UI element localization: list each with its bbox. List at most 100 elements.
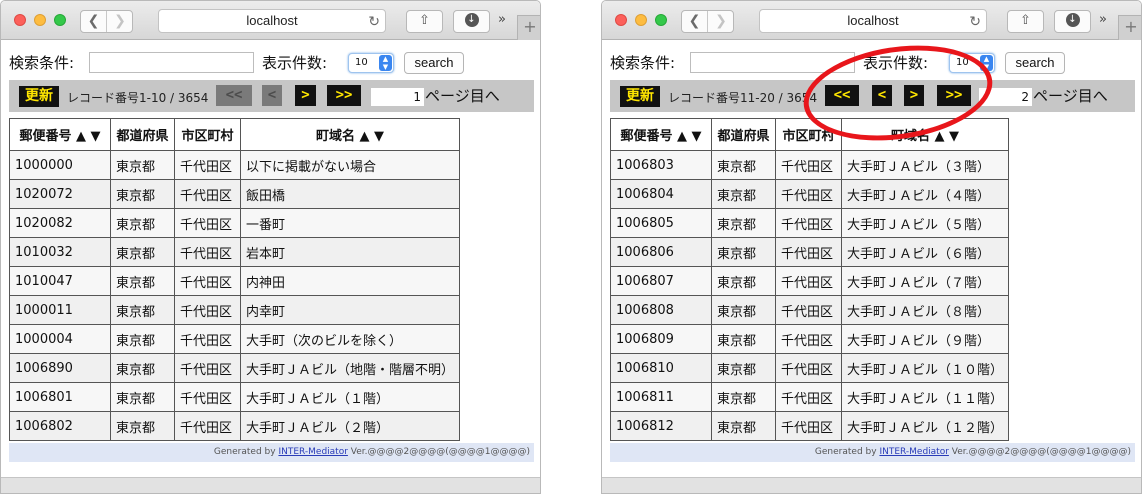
share-button[interactable]: ⇧: [406, 10, 443, 33]
prev-page-button[interactable]: <: [872, 85, 892, 106]
cell-postal-code: 1000004: [9, 324, 111, 354]
page-number-input[interactable]: 2: [978, 87, 1033, 107]
last-page-button[interactable]: >>: [327, 85, 361, 106]
last-page-button[interactable]: >>: [937, 85, 971, 106]
select-stepper-icon: ▲ ▼: [980, 55, 993, 71]
back-arrow-icon[interactable]: ❮: [81, 11, 107, 32]
first-page-button[interactable]: <<: [825, 85, 859, 106]
inter-mediator-link[interactable]: INTER-Mediator: [879, 447, 948, 457]
cell-prefecture: 東京都: [711, 237, 776, 267]
cell-postal-code: 1006807: [610, 266, 712, 296]
share-button[interactable]: ⇧: [1007, 10, 1044, 33]
cell-town: 大手町ＪＡビル（７階）: [840, 266, 1010, 296]
col-header-postal-code[interactable]: 郵便番号 ▲ ▼: [9, 118, 111, 151]
downloads-button[interactable]: ↓: [1054, 10, 1091, 33]
footer-prefix: Generated by: [814, 447, 880, 457]
forward-arrow-icon[interactable]: ❯: [107, 11, 133, 32]
postal-table: 郵便番号 ▲ ▼ 都道府県 市区町村 町域名 ▲ ▼ 1000000 東京都 千代田…: [9, 118, 461, 441]
cell-city: 千代田区: [775, 237, 842, 267]
prev-page-button[interactable]: <: [262, 85, 282, 106]
new-tab-button[interactable]: +: [1118, 15, 1141, 40]
chevron-double-right-icon[interactable]: »: [498, 12, 506, 27]
cell-city: 千代田区: [775, 266, 842, 296]
table-row: 1010047 東京都 千代田区 内神田: [9, 266, 461, 296]
table-row: 1006802 東京都 千代田区 大手町ＪＡビル（２階）: [9, 411, 461, 441]
forward-arrow-icon[interactable]: ❯: [708, 11, 734, 32]
back-arrow-icon[interactable]: ❮: [682, 11, 708, 32]
cell-town: 大手町（次のビルを除く）: [239, 324, 461, 354]
table-header-row: 郵便番号 ▲ ▼ 都道府県 市区町村 町域名 ▲ ▼: [9, 118, 461, 151]
next-page-button[interactable]: >: [904, 85, 924, 106]
new-tab-button[interactable]: +: [517, 15, 540, 40]
col-header-town[interactable]: 町域名 ▲ ▼: [239, 118, 461, 151]
zoom-window-button[interactable]: [655, 14, 667, 26]
cell-town: 岩本町: [239, 237, 461, 267]
cell-city: 千代田区: [775, 208, 842, 238]
address-bar[interactable]: localhost ↻: [759, 9, 987, 33]
search-button[interactable]: search: [1005, 52, 1065, 74]
history-nav: ❮ ❯: [80, 10, 133, 33]
toolbar: ❮ ❯ localhost ↻ ⇧ ↓ » +: [602, 1, 1141, 40]
downloads-button[interactable]: ↓: [453, 10, 490, 33]
share-icon: ⇧: [1020, 13, 1031, 28]
cell-city: 千代田区: [174, 324, 241, 354]
display-count-label: 表示件数:: [863, 54, 929, 72]
close-window-button[interactable]: [615, 14, 627, 26]
inter-mediator-link[interactable]: INTER-Mediator: [278, 447, 347, 457]
cell-town: 大手町ＪＡビル（２階）: [239, 411, 461, 441]
col-header-town[interactable]: 町域名 ▲ ▼: [840, 118, 1010, 151]
display-count-select[interactable]: 10 ▲ ▼: [348, 53, 394, 73]
cell-prefecture: 東京都: [110, 150, 175, 180]
close-window-button[interactable]: [14, 14, 26, 26]
cell-city: 千代田区: [174, 353, 241, 383]
horizontal-scrollbar[interactable]: [1, 477, 540, 493]
search-button[interactable]: search: [404, 52, 464, 74]
update-button[interactable]: 更新: [19, 86, 59, 107]
zoom-window-button[interactable]: [54, 14, 66, 26]
cell-postal-code: 1006890: [9, 353, 111, 383]
cell-city: 千代田区: [775, 411, 842, 441]
cell-postal-code: 1006802: [9, 411, 111, 441]
cell-postal-code: 1006803: [610, 150, 712, 180]
record-range-text: レコード番号11-20 / 3654: [668, 91, 818, 105]
table-row: 1006811 東京都 千代田区 大手町ＪＡビル（１１階）: [610, 382, 1010, 412]
cell-postal-code: 1006810: [610, 353, 712, 383]
address-bar[interactable]: localhost ↻: [158, 9, 386, 33]
minimize-window-button[interactable]: [635, 14, 647, 26]
url-text: localhost: [847, 13, 899, 28]
cell-prefecture: 東京都: [711, 179, 776, 209]
cell-city: 千代田区: [174, 295, 241, 325]
cell-prefecture: 東京都: [711, 150, 776, 180]
horizontal-scrollbar[interactable]: [602, 477, 1141, 493]
cell-prefecture: 東京都: [110, 353, 175, 383]
cell-postal-code: 1006812: [610, 411, 712, 441]
reload-icon[interactable]: ↻: [368, 10, 380, 32]
cell-city: 千代田区: [775, 150, 842, 180]
chevron-double-right-icon[interactable]: »: [1099, 12, 1107, 27]
select-stepper-icon: ▲ ▼: [379, 55, 392, 71]
reload-icon[interactable]: ↻: [969, 10, 981, 32]
history-nav: ❮ ❯: [681, 10, 734, 33]
page-content: 検索条件: 表示件数: 10 ▲ ▼ search 更新 レコード番号1-10 /…: [1, 41, 540, 479]
footer-prefix: Generated by: [213, 447, 279, 457]
col-header-postal-code[interactable]: 郵便番号 ▲ ▼: [610, 118, 712, 151]
cell-prefecture: 東京都: [711, 266, 776, 296]
cell-city: 千代田区: [174, 179, 241, 209]
first-page-button[interactable]: <<: [216, 85, 252, 106]
next-page-button[interactable]: >: [295, 85, 316, 106]
browser-window-left: ❮ ❯ localhost ↻ ⇧ ↓ » + 検索条件: 表示件数: 10 ▲…: [0, 0, 541, 494]
cell-city: 千代田区: [775, 382, 842, 412]
search-condition-input[interactable]: [89, 52, 254, 73]
pagination-bar: 更新 レコード番号1-10 / 3654 << < > >> 1 ページ目へ: [9, 80, 534, 112]
generator-footer: Generated by INTER-Mediator Ver.@@@@2@@@…: [9, 443, 534, 462]
search-condition-input[interactable]: [690, 52, 855, 73]
cell-prefecture: 東京都: [711, 411, 776, 441]
display-count-select[interactable]: 10 ▲ ▼: [949, 53, 995, 73]
table-row: 1006803 東京都 千代田区 大手町ＪＡビル（３階）: [610, 150, 1010, 180]
cell-city: 千代田区: [174, 411, 241, 441]
search-condition-label: 検索条件:: [610, 54, 676, 72]
page-suffix-label: ページ目へ: [425, 87, 500, 105]
update-button[interactable]: 更新: [620, 86, 660, 107]
minimize-window-button[interactable]: [34, 14, 46, 26]
page-number-input[interactable]: 1: [370, 87, 425, 107]
